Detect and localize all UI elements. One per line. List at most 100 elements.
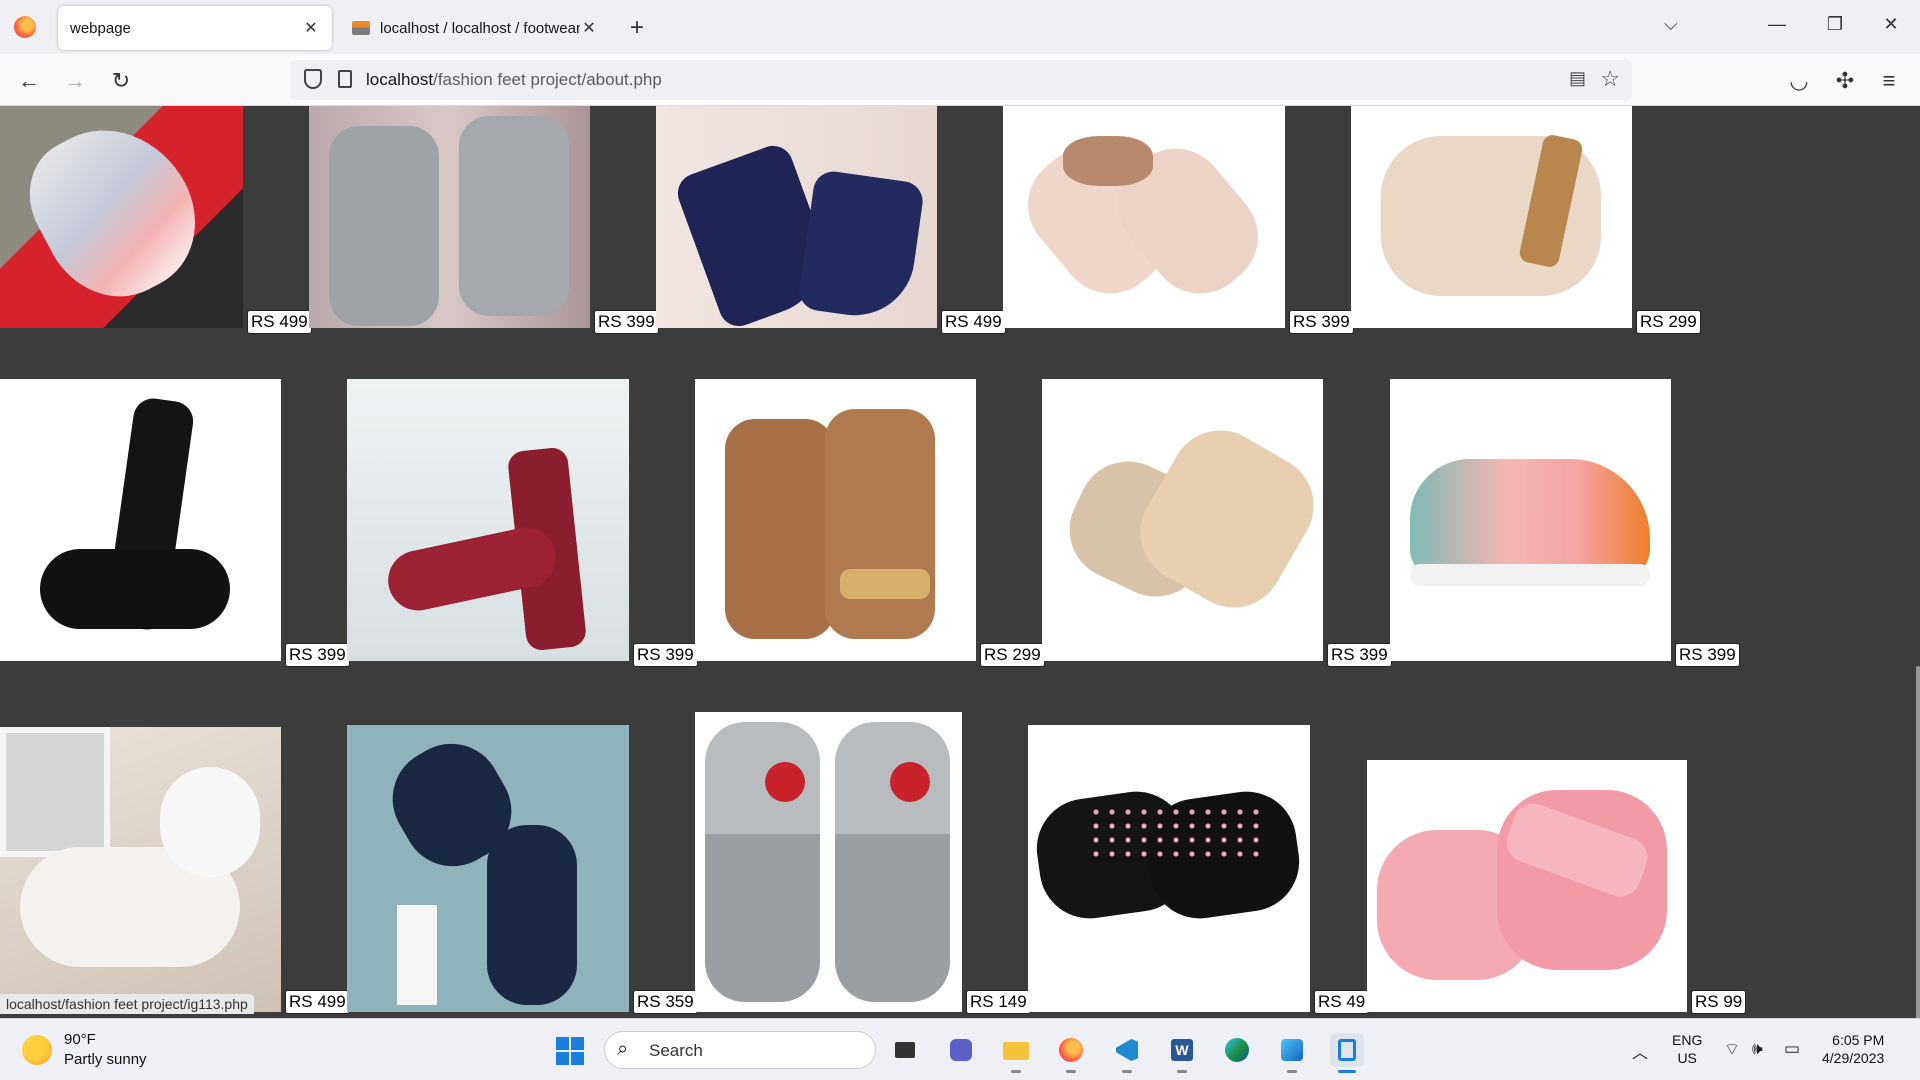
active-indicator [1338, 1070, 1356, 1073]
product-card[interactable] [1003, 106, 1285, 328]
weather-temperature[interactable]: 90°F [64, 1031, 96, 1048]
address-bar[interactable]: localhost/fashion feet project/about.php… [290, 60, 1632, 100]
restore-icon[interactable]: ❐ [1820, 14, 1850, 35]
minimize-icon[interactable]: — [1762, 14, 1792, 35]
product-card[interactable] [347, 379, 629, 661]
product-card[interactable] [0, 379, 281, 661]
product-image[interactable] [1042, 379, 1323, 661]
price-label: RS 99 [1691, 990, 1747, 1014]
url-host: localhost [366, 70, 434, 89]
page-info-icon[interactable] [338, 70, 352, 88]
task-view-icon[interactable] [888, 1033, 922, 1067]
language-code: ENG [1672, 1032, 1703, 1048]
product-image[interactable] [656, 106, 937, 328]
product-image[interactable] [0, 106, 243, 328]
file-explorer-icon[interactable] [999, 1033, 1033, 1073]
bookmark-star-icon[interactable]: ☆ [1600, 66, 1620, 92]
price-label: RS 359 [633, 990, 698, 1014]
phpmyadmin-favicon-icon [352, 21, 370, 35]
wifi-icon[interactable]: ⌔ [1724, 1039, 1740, 1060]
clock-date: 4/29/2023 [1822, 1050, 1885, 1066]
new-tab-plus-icon[interactable]: + [630, 14, 644, 42]
search-icon: ⌕ [617, 1038, 629, 1060]
price-label: RS 49 [1314, 990, 1370, 1014]
url-path: /fashion feet project/about.php [433, 70, 662, 89]
product-card[interactable] [656, 106, 937, 328]
product-image[interactable] [347, 379, 629, 661]
page-scrollbar[interactable] [1916, 666, 1920, 1018]
product-card[interactable] [0, 727, 281, 1012]
product-image[interactable] [1367, 760, 1687, 1012]
product-card[interactable] [347, 725, 629, 1012]
volume-icon[interactable]: 🕪 [1752, 1039, 1763, 1059]
clock-time: 6:05 PM [1832, 1032, 1885, 1048]
battery-icon[interactable]: ▭ [1784, 1039, 1800, 1059]
product-image[interactable] [695, 712, 962, 1012]
taskbar-search-box[interactable]: ⌕ Search [604, 1031, 876, 1069]
price-label: RS 399 [1327, 643, 1392, 667]
partly-sunny-weather-icon[interactable] [22, 1035, 52, 1065]
product-card[interactable] [1367, 760, 1687, 1012]
product-image[interactable] [1390, 379, 1671, 661]
tab-title: localhost / localhost / footwear [380, 19, 580, 37]
price-label: RS 499 [285, 990, 350, 1014]
app-menu-hamburger-icon[interactable]: ≡ [1874, 68, 1904, 94]
product-card[interactable] [1042, 379, 1323, 661]
tab-localhost[interactable]: localhost / localhost / footwear ✕ [340, 6, 610, 50]
extensions-puzzle-icon[interactable]: ✣ [1830, 68, 1860, 94]
firefox-taskbar-icon[interactable] [1054, 1033, 1088, 1073]
product-card[interactable] [309, 106, 590, 328]
region-code: US [1677, 1050, 1697, 1066]
pocket-icon[interactable]: ◡ [1784, 68, 1814, 94]
product-card[interactable] [695, 379, 976, 661]
product-card[interactable] [695, 712, 962, 1012]
price-label: RS 399 [1675, 643, 1740, 667]
system-clock[interactable]: 6:05 PM 4/29/2023 [1822, 1031, 1884, 1067]
edge-icon[interactable] [1220, 1033, 1254, 1067]
product-card[interactable] [1028, 725, 1310, 1012]
vscode-icon[interactable] [1110, 1033, 1144, 1073]
product-image[interactable] [1351, 106, 1632, 328]
photos-icon[interactable] [1275, 1033, 1309, 1073]
list-tabs-chevron-icon[interactable]: ⌵ [1664, 14, 1678, 35]
snipping-tool-icon[interactable] [1330, 1033, 1364, 1073]
product-gallery: RS 499 RS 399 RS 499 RS 399 RS 299 RS 39… [0, 106, 1920, 1018]
product-card[interactable] [0, 106, 243, 328]
reader-view-icon[interactable]: ▤ [1569, 68, 1586, 89]
forward-arrow-icon[interactable]: → [60, 68, 90, 94]
url-text[interactable]: localhost/fashion feet project/about.php [366, 70, 662, 90]
tab-webpage[interactable]: webpage ✕ [58, 6, 332, 50]
price-label: RS 399 [285, 643, 350, 667]
product-image[interactable] [347, 725, 629, 1012]
windows-start-icon[interactable] [556, 1037, 584, 1065]
running-indicator [1066, 1070, 1076, 1073]
price-label: RS 299 [980, 643, 1045, 667]
close-tab-icon[interactable]: ✕ [302, 18, 320, 38]
status-bar-link-preview: localhost/fashion feet project/ig113.php [0, 994, 254, 1014]
tracking-shield-icon[interactable] [304, 69, 322, 89]
back-arrow-icon[interactable]: ← [14, 68, 44, 94]
reload-icon[interactable]: ↻ [106, 68, 136, 94]
product-image[interactable] [1003, 106, 1285, 328]
tab-title: webpage [70, 19, 131, 37]
close-window-icon[interactable]: ✕ [1876, 14, 1906, 35]
product-image[interactable] [1028, 725, 1310, 1012]
price-label: RS 499 [247, 310, 312, 334]
weather-description[interactable]: Partly sunny [64, 1051, 147, 1068]
product-card[interactable] [1351, 106, 1632, 328]
close-tab-icon[interactable]: ✕ [580, 18, 598, 38]
product-card[interactable] [1390, 379, 1671, 661]
word-icon[interactable]: W [1165, 1033, 1199, 1073]
show-hidden-icons-chevron-icon[interactable]: ︿ [1632, 1039, 1648, 1063]
product-image[interactable] [0, 379, 281, 661]
firefox-logo-icon[interactable] [14, 16, 36, 38]
search-placeholder: Search [649, 1041, 703, 1060]
language-indicator[interactable]: ENG US [1672, 1031, 1702, 1067]
product-image[interactable] [309, 106, 590, 328]
price-label: RS 499 [941, 310, 1006, 334]
price-label: RS 399 [594, 310, 659, 334]
product-image[interactable] [695, 379, 976, 661]
product-image[interactable] [0, 727, 281, 1012]
running-indicator [1122, 1070, 1132, 1073]
teams-chat-icon[interactable] [944, 1033, 978, 1067]
